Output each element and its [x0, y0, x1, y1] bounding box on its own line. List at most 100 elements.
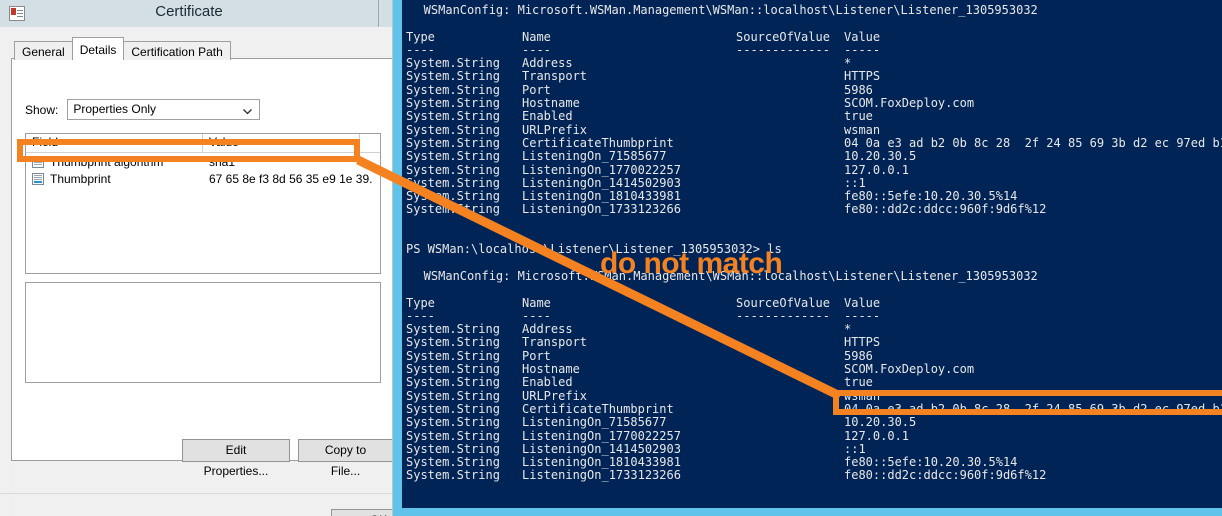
- column-underlines: ---- ---- ------------- -----: [402, 42, 1222, 57]
- cell-type: System.String: [406, 202, 500, 217]
- cell-name: ListeningOn_1414502903: [522, 441, 681, 456]
- block-header: WSManConfig: Microsoft.WSMan.Management\…: [402, 3, 1038, 17]
- cell-value: true: [844, 375, 873, 390]
- cell-name: Address: [522, 322, 573, 337]
- underline-name: ----: [522, 308, 551, 323]
- powershell-window[interactable]: WSManConfig: Microsoft.WSMan.Management\…: [393, 0, 1222, 516]
- table-cell-field: Thumbprint: [26, 172, 203, 186]
- cell-type: System.String: [406, 441, 500, 456]
- cell-type: System.String: [406, 348, 500, 363]
- cell-name: ListeningOn_1810433981: [522, 189, 681, 204]
- output-row: System.String ListeningOn_1414502903::1: [402, 175, 1222, 190]
- table-row[interactable]: Thumbprint 67 65 8e f3 8d 56 35 e9 1e 39…: [26, 170, 380, 187]
- column-header-source: SourceOfValue: [736, 29, 830, 44]
- cell-name: ListeningOn_1414502903: [522, 175, 681, 190]
- cell-value: fe80::dd2c:ddcc:960f:9d6f%12: [844, 468, 1047, 483]
- field-item-icon: [32, 172, 44, 185]
- cell-name: Port: [522, 348, 551, 363]
- cell-type: System.String: [406, 109, 500, 124]
- powershell-window-bottom-border: [393, 508, 1222, 516]
- ok-button[interactable]: OK: [331, 509, 392, 516]
- console-output: WSManConfig: Microsoft.WSMan.Management\…: [402, 3, 1222, 508]
- page-title: Certificate: [155, 3, 223, 20]
- show-select[interactable]: Properties Only: [67, 99, 261, 120]
- tab-details[interactable]: Details: [71, 37, 125, 60]
- wsman-output-block: WSManConfig: Microsoft.WSMan.Management\…: [402, 268, 1222, 483]
- cell-name: ListeningOn_1770022257: [522, 162, 681, 177]
- output-row: System.String ListeningOn_1810433981 fe80:…: [402, 455, 1222, 470]
- do-not-match-callout: do not match: [600, 247, 783, 280]
- cell-value: SCOM.FoxDeploy.com: [844, 96, 975, 111]
- cell-name: Enabled: [522, 375, 573, 390]
- output-row: System.String ListeningOn_1810433981 fe80:…: [402, 189, 1222, 204]
- underline-type: ----: [406, 308, 435, 323]
- underline-source: -------------: [736, 308, 830, 323]
- cell-name: URLPrefix: [522, 122, 588, 137]
- cell-value: 10.20.30.5: [844, 149, 917, 164]
- cell-value: wsman: [844, 122, 881, 137]
- output-row: System.String CertificateThumbprint 04 0a …: [402, 136, 1222, 150]
- cell-type: System.String: [406, 96, 500, 111]
- cell-type: System.String: [406, 189, 500, 204]
- cell-type: System.String: [406, 149, 500, 164]
- cell-name: Transport: [522, 335, 588, 350]
- cell-value: 5986: [844, 348, 873, 363]
- certificate-dialog: Certificate General Details Certificatio…: [0, 0, 393, 516]
- cell-value: fe80::5efe:10.20.30.5%14: [844, 189, 1018, 204]
- cell-type: System.String: [406, 388, 500, 403]
- column-header-source: SourceOfValue: [736, 295, 830, 310]
- cell-name: Hostname: [522, 96, 580, 111]
- cell-type: System.String: [406, 122, 500, 137]
- output-row: System.String Transport HTTPS: [402, 335, 1222, 350]
- copy-to-file-button[interactable]: Copy to File...: [298, 439, 392, 478]
- underline-name: ----: [522, 42, 551, 57]
- powershell-console[interactable]: WSManConfig: Microsoft.WSMan.Management\…: [402, 0, 1222, 508]
- footer-divider: [0, 493, 392, 494]
- output-row: System.String Address *: [402, 56, 1222, 71]
- show-label: Show:: [25, 102, 59, 117]
- output-row: System.String ListeningOn_1733123266 fe80:…: [402, 468, 1222, 483]
- output-row: System.String ListeningOn_1770022257 127.0…: [402, 162, 1222, 177]
- cell-type: System.String: [406, 56, 500, 71]
- cell-value: fe80::5efe:10.20.30.5%14: [844, 455, 1018, 470]
- cell-type: System.String: [406, 175, 500, 190]
- cell-value: SCOM.FoxDeploy.com: [844, 362, 975, 377]
- cell-value: 5986: [844, 82, 873, 97]
- chevron-down-icon: [242, 104, 253, 115]
- block-header: WSManConfig: Microsoft.WSMan.Management\…: [402, 268, 1038, 283]
- output-row: System.String Hostname SCOM.FoxDeploy.com: [402, 96, 1222, 111]
- output-row: System.String Transport HTTPS: [402, 69, 1222, 84]
- column-header-name: Name: [522, 295, 551, 310]
- cell-type: System.String: [406, 162, 500, 177]
- underline-value: -----: [844, 42, 881, 57]
- output-row: System.String ListeningOn_1414502903::1: [402, 441, 1222, 456]
- output-row: System.String Enabled true: [402, 375, 1222, 390]
- wsman-rows: System.String Address * System.String Trans…: [402, 56, 1222, 217]
- tab-general[interactable]: General: [14, 41, 73, 60]
- cell-type: System.String: [406, 468, 500, 483]
- underline-type: ----: [406, 42, 435, 57]
- field-detail-textarea[interactable]: [25, 282, 381, 383]
- cell-value: *: [844, 322, 852, 337]
- cell-type: System.String: [406, 375, 500, 390]
- cell-type: System.String: [406, 428, 500, 443]
- output-row: System.String Address *: [402, 322, 1222, 337]
- edit-properties-button[interactable]: Edit Properties...: [182, 439, 290, 478]
- cell-type: System.String: [406, 335, 500, 350]
- cell-value: 10.20.30.5: [844, 415, 917, 430]
- cell-name: CertificateThumbprint: [522, 401, 674, 416]
- column-header-value: Value: [844, 29, 881, 44]
- prompt-line-with-command: PS WSMan:\localhost\Listener\Listener_13…: [406, 242, 782, 257]
- output-row: System.String ListeningOn_1770022257 127.0…: [402, 428, 1222, 443]
- cell-name: ListeningOn_71585677: [522, 149, 667, 164]
- certificate-tabs: General Details Certification Path: [14, 37, 231, 60]
- certificate-dialog-body: General Details Certification Path Show:…: [0, 27, 392, 516]
- cell-value: 127.0.0.1: [844, 428, 910, 443]
- column-header-type: Type: [406, 295, 435, 310]
- cell-type: System.String: [406, 82, 500, 97]
- titlebar-right-edge: [378, 0, 392, 27]
- tab-certification-path[interactable]: Certification Path: [123, 41, 231, 60]
- cell-value: HTTPS: [844, 69, 881, 84]
- cell-type: System.String: [406, 362, 500, 377]
- output-row: System.String ListeningOn_71585677 10.20.3…: [402, 149, 1222, 164]
